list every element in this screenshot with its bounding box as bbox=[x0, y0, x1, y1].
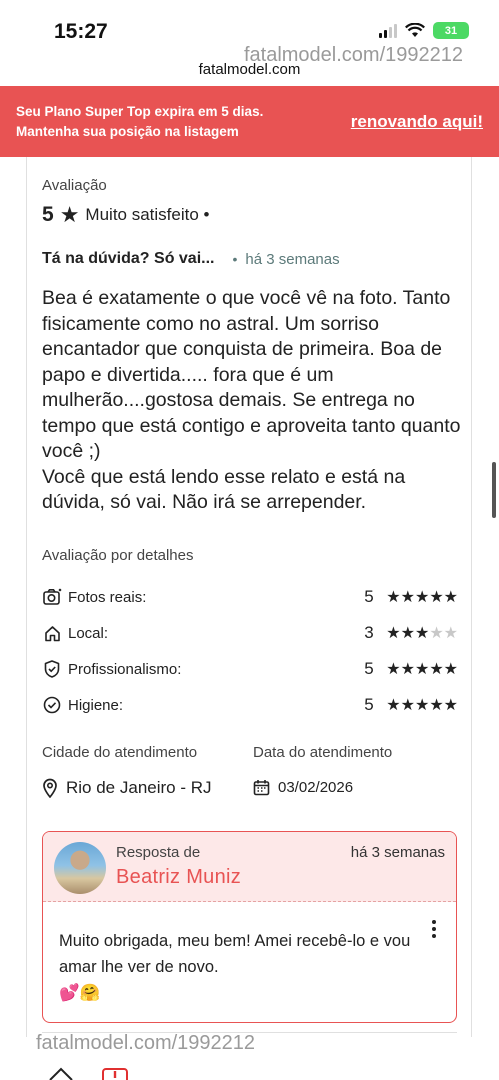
camera-icon bbox=[42, 587, 62, 607]
star-filled-icon: ★ bbox=[429, 589, 444, 606]
battery-icon: 31 bbox=[433, 22, 469, 39]
clock: 15:27 bbox=[54, 20, 108, 43]
calendar-icon bbox=[253, 780, 270, 796]
rating-label: Avaliação bbox=[42, 177, 107, 194]
star-filled-icon: ★ bbox=[400, 697, 415, 714]
reply-emoji: 💕🤗 bbox=[59, 984, 101, 1002]
city-text: Rio de Janeiro - RJ bbox=[66, 778, 212, 797]
star-filled-icon: ★ bbox=[400, 589, 415, 606]
detail-stars: ★★★★★ bbox=[386, 623, 458, 643]
review-time: há 3 semanas bbox=[245, 250, 340, 268]
banner-message: Seu Plano Super Top expira em 5 dias. Ma… bbox=[16, 102, 316, 142]
details-title: Avaliação por detalhes bbox=[42, 547, 194, 564]
star-empty-icon: ★ bbox=[443, 625, 458, 642]
overall-rating: 5 ★ Muito satisfeito • bbox=[42, 202, 209, 228]
reply-from-label: Resposta de bbox=[116, 844, 201, 861]
review-title: Tá na dúvida? Só vai... bbox=[42, 250, 215, 267]
reply-header: Resposta de Beatriz Muniz há 3 semanas bbox=[43, 832, 456, 902]
detail-row-profissionalismo: Profissionalismo: 5 ★★★★★ bbox=[42, 657, 458, 681]
banner-line-2: Mantenha sua posição na listagem bbox=[16, 124, 239, 139]
location-pin-icon bbox=[43, 778, 57, 798]
reply-body: Muito obrigada, meu bem! Amei recebê-lo … bbox=[59, 928, 419, 1006]
reply-author-name[interactable]: Beatriz Muniz bbox=[116, 866, 241, 889]
star-icon: ★ bbox=[59, 202, 80, 227]
scrollbar[interactable] bbox=[492, 462, 496, 518]
star-filled-icon: ★ bbox=[414, 589, 430, 606]
star-filled-icon: ★ bbox=[386, 625, 401, 642]
star-filled-icon: ★ bbox=[400, 625, 415, 642]
badge-check-icon bbox=[42, 659, 62, 679]
detail-score: 5 bbox=[364, 587, 374, 606]
battery-level: 31 bbox=[444, 24, 458, 37]
owner-reply: Resposta de Beatriz Muniz há 3 semanas M… bbox=[42, 831, 457, 1023]
city-value: Rio de Janeiro - RJ bbox=[42, 778, 212, 798]
banner-line-1: Seu Plano Super Top expira em 5 dias. bbox=[16, 104, 264, 119]
star-filled-icon: ★ bbox=[414, 697, 430, 714]
star-filled-icon: ★ bbox=[386, 697, 401, 714]
detail-label: Local: bbox=[68, 624, 109, 642]
detail-score: 5 bbox=[364, 695, 374, 714]
star-filled-icon: ★ bbox=[414, 625, 430, 642]
detail-row-fotos: Fotos reais: 5 ★★★★★ bbox=[42, 585, 458, 609]
home-icon bbox=[42, 623, 62, 643]
star-filled-icon: ★ bbox=[443, 661, 458, 678]
renew-link[interactable]: renovando aqui! bbox=[351, 112, 483, 132]
reply-text: Muito obrigada, meu bem! Amei recebê-lo … bbox=[59, 932, 411, 976]
avatar[interactable] bbox=[54, 842, 106, 894]
detail-stars: ★★★★★ bbox=[386, 587, 458, 607]
more-options-icon[interactable] bbox=[432, 920, 436, 938]
star-empty-icon: ★ bbox=[429, 625, 444, 642]
star-filled-icon: ★ bbox=[429, 697, 444, 714]
bottom-actions bbox=[48, 1066, 128, 1080]
browser-domain[interactable]: fatalmodel.com bbox=[0, 61, 499, 78]
detail-row-higiene: Higiene: 5 ★★★★★ bbox=[42, 693, 458, 717]
star-filled-icon: ★ bbox=[386, 589, 401, 606]
check-circle-icon bbox=[42, 695, 62, 715]
cellular-signal-icon bbox=[379, 23, 397, 38]
rating-text: Muito satisfeito • bbox=[85, 205, 210, 224]
report-icon[interactable] bbox=[102, 1066, 128, 1080]
detail-stars: ★★★★★ bbox=[386, 695, 458, 715]
rating-value: 5 bbox=[42, 203, 54, 226]
url-watermark-bottom: fatalmodel.com/1992212 bbox=[36, 1032, 256, 1054]
wifi-icon bbox=[405, 23, 425, 37]
date-value: 03/02/2026 bbox=[253, 779, 353, 796]
reply-time: há 3 semanas bbox=[350, 844, 445, 861]
detail-score: 5 bbox=[364, 659, 374, 678]
star-filled-icon: ★ bbox=[400, 661, 415, 678]
review-body: Bea é exatamente o que você vê na foto. … bbox=[42, 287, 461, 513]
separator-dot: • bbox=[232, 251, 238, 267]
city-label: Cidade do atendimento bbox=[42, 744, 198, 761]
star-filled-icon: ★ bbox=[429, 661, 444, 678]
star-filled-icon: ★ bbox=[386, 661, 401, 678]
detail-label: Fotos reais: bbox=[68, 588, 147, 606]
detail-label: Higiene: bbox=[68, 696, 124, 714]
star-filled-icon: ★ bbox=[414, 661, 430, 678]
star-filled-icon: ★ bbox=[443, 589, 458, 606]
review-header: Tá na dúvida? Só vai... • há 3 semanas bbox=[42, 250, 340, 268]
detail-stars: ★★★★★ bbox=[386, 659, 458, 679]
home-icon[interactable] bbox=[48, 1066, 74, 1080]
detail-row-local: Local: 3 ★★★★★ bbox=[42, 621, 458, 645]
plan-expiry-banner: Seu Plano Super Top expira em 5 dias. Ma… bbox=[0, 86, 499, 157]
star-filled-icon: ★ bbox=[443, 697, 458, 714]
status-icons: 31 bbox=[379, 22, 469, 39]
detail-score: 3 bbox=[364, 623, 374, 642]
detail-label: Profissionalismo: bbox=[68, 660, 182, 678]
date-label: Data do atendimento bbox=[253, 744, 393, 761]
date-text: 03/02/2026 bbox=[278, 779, 354, 796]
